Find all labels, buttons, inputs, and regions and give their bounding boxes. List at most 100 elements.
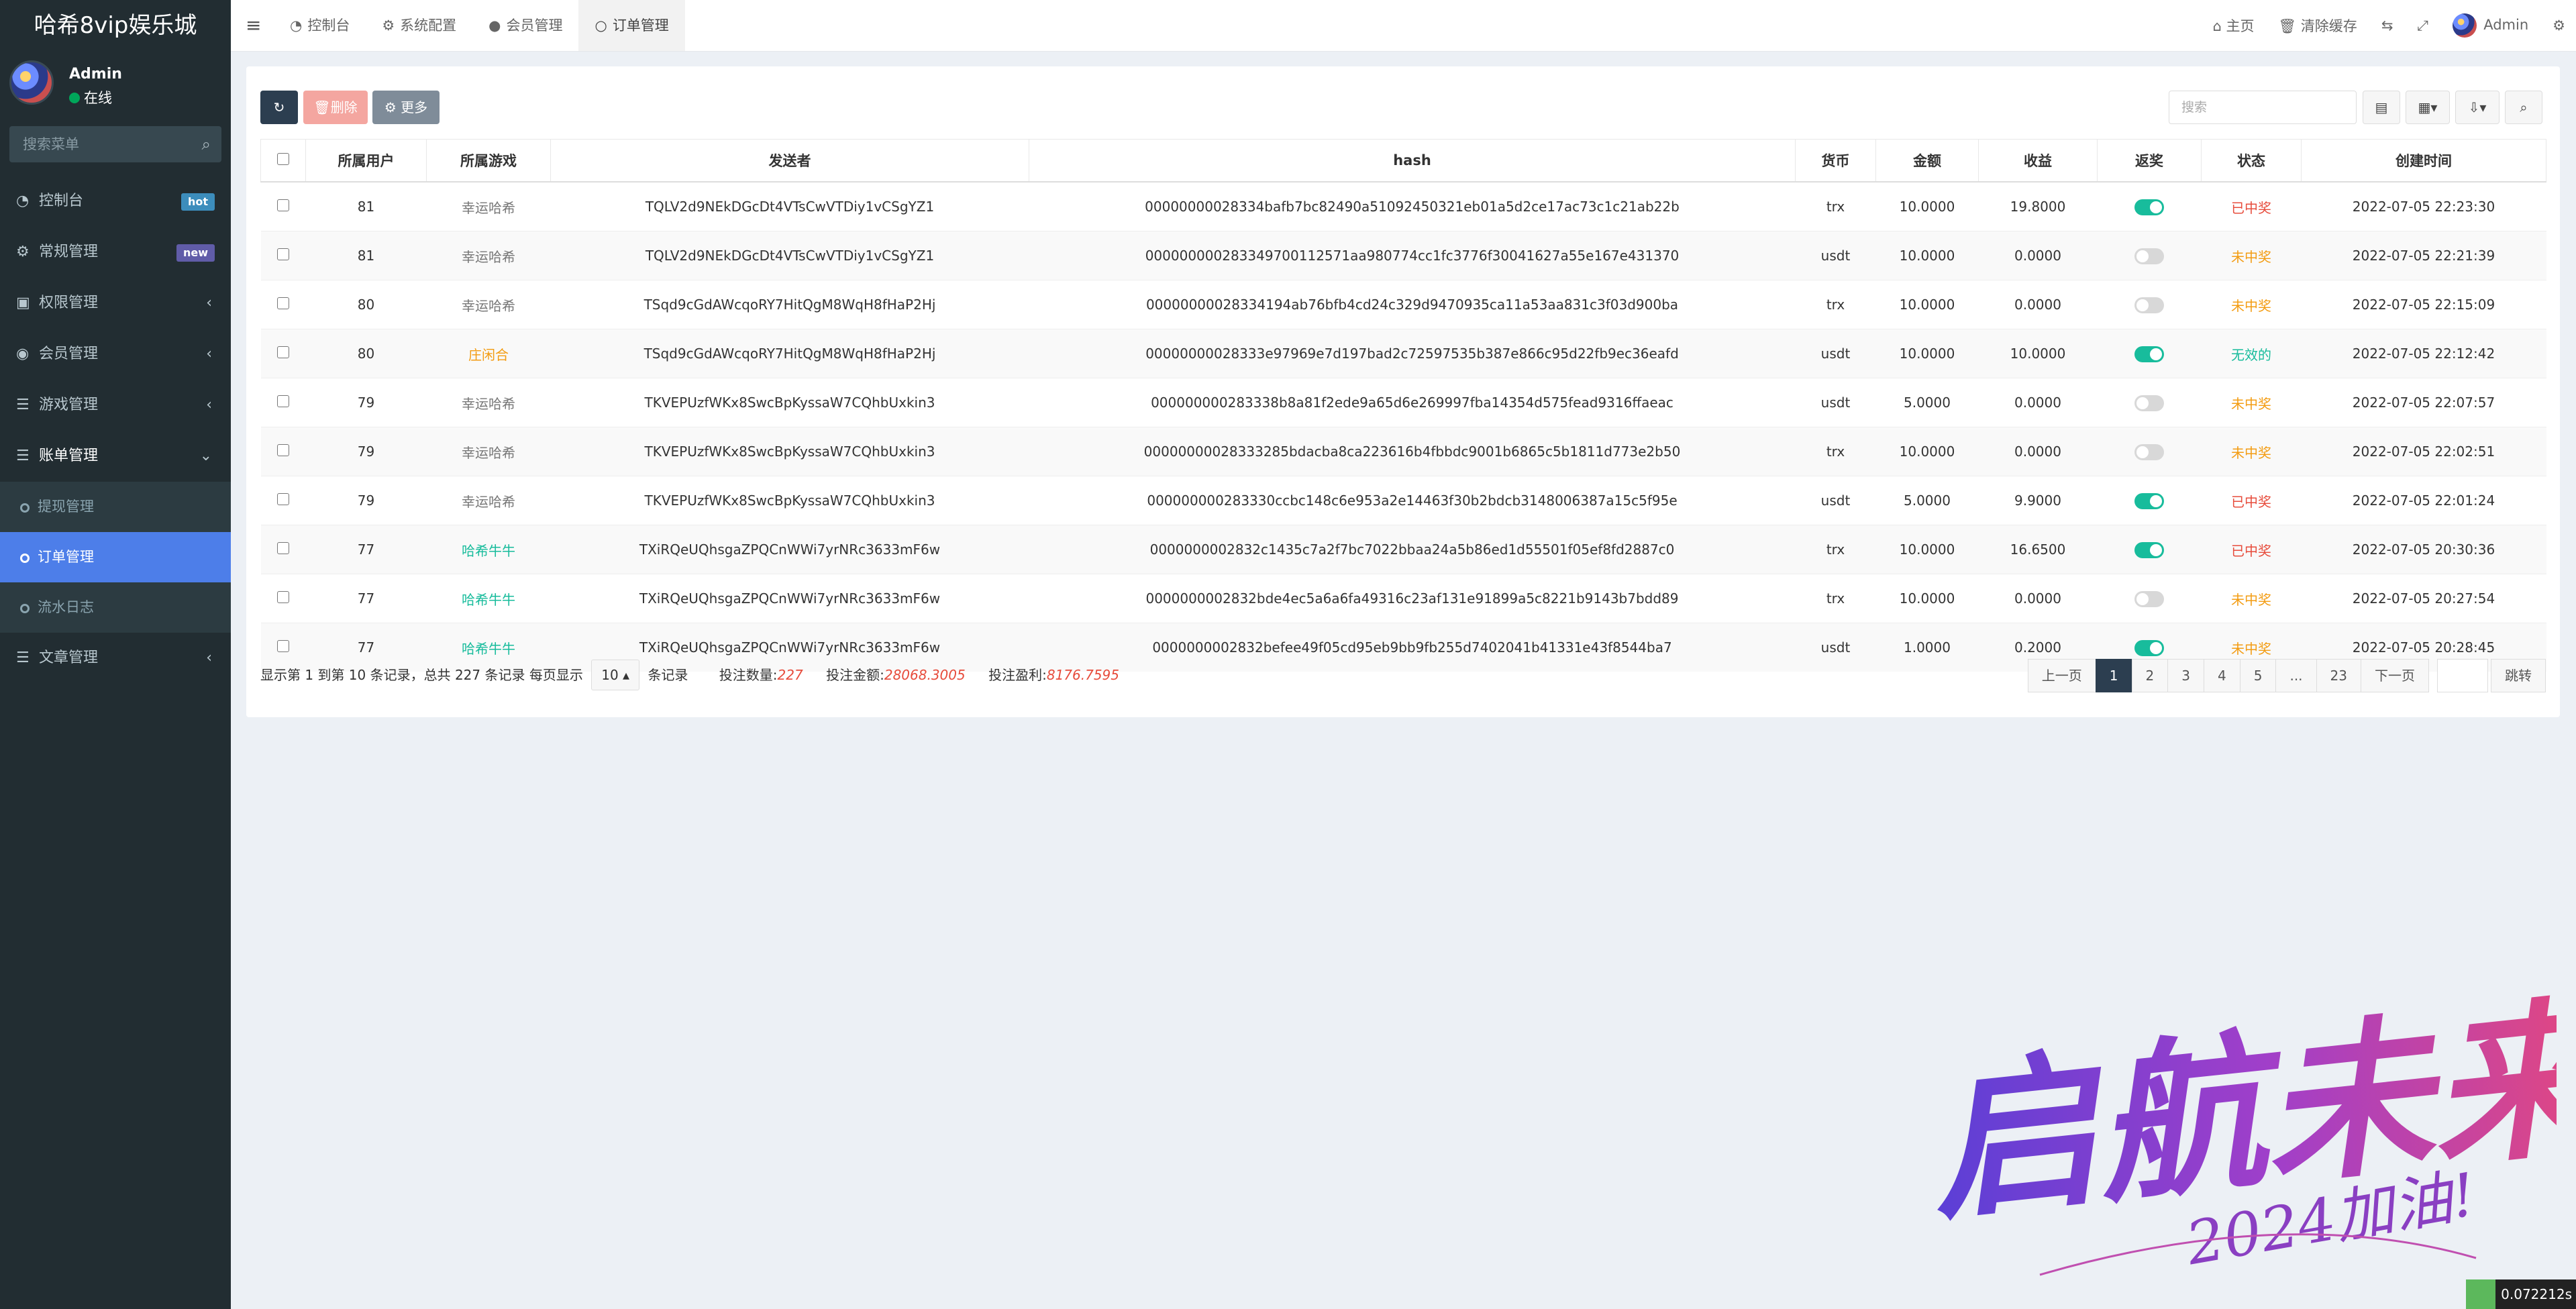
column-header[interactable]: 所属游戏 [426, 139, 551, 182]
page-button[interactable]: 2 [2131, 659, 2169, 692]
table-row[interactable]: 77 哈希牛牛 TXiRQeUQhsgaZPQCnWWi7yrNRc3633mF6w… [260, 574, 2546, 623]
page-button[interactable]: 4 [2204, 659, 2240, 692]
language-icon[interactable]: ⇆ [2381, 17, 2393, 34]
row-select-cell[interactable] [260, 181, 306, 231]
more-button[interactable]: ⚙ 更多 [372, 91, 440, 124]
row-checkbox[interactable] [277, 542, 289, 554]
admin-menu[interactable]: Admin [2453, 13, 2528, 38]
caret-up-icon: ▴ [623, 667, 630, 683]
sidebar-item-dashboard[interactable]: ◔ 控制台 hot [0, 176, 231, 227]
fullscreen-icon[interactable]: ⤢ [2417, 17, 2428, 34]
row-select-cell[interactable] [260, 280, 306, 329]
rebate-toggle[interactable] [2134, 541, 2164, 558]
row-checkbox[interactable] [277, 640, 289, 652]
rebate-toggle[interactable] [2134, 395, 2164, 411]
row-select-cell[interactable] [260, 574, 306, 623]
table-row[interactable]: 81 幸运哈希 TQLV2d9NEkDGcDt4VTsCwVTDiy1vCSgYZ1… [260, 181, 2546, 231]
column-header[interactable]: hash [1029, 139, 1796, 182]
row-checkbox[interactable] [277, 297, 289, 309]
sidebar-item-general[interactable]: ⚙ 常规管理 new [0, 227, 231, 278]
rebate-toggle[interactable] [2134, 297, 2164, 313]
row-select-cell[interactable] [260, 476, 306, 525]
row-select-cell[interactable] [260, 427, 306, 476]
delete-button[interactable]: 🗑删除 [303, 91, 368, 124]
table-row[interactable]: 81 幸运哈希 TQLV2d9NEkDGcDt4VTsCwVTDiy1vCSgYZ1… [260, 231, 2546, 280]
toggle-view-icon[interactable]: ▤ [2363, 91, 2400, 124]
select-all-checkbox[interactable] [277, 153, 289, 165]
rebate-toggle[interactable] [2134, 346, 2164, 362]
page-size-select[interactable]: 10 ▴ [591, 660, 640, 690]
sidebar-item-game[interactable]: ☰ 游戏管理 ‹ [0, 380, 231, 431]
clear-cache-button[interactable]: 🗑 清除缓存 [2278, 15, 2357, 36]
row-checkbox[interactable] [277, 395, 289, 407]
page-button[interactable]: 3 [2167, 659, 2204, 692]
table-row[interactable]: 80 幸运哈希 TSqd9cGdAWcqoRY7HitQgM8WqH8fHaP2Hj… [260, 280, 2546, 329]
prev-page-button[interactable]: 上一页 [2027, 659, 2096, 692]
settings-icon[interactable]: ⚙ [2553, 17, 2565, 34]
tab-dashboard[interactable]: ◔ 控制台 [274, 0, 366, 51]
refresh-button[interactable]: ↻ [260, 91, 298, 124]
game-cell: 幸运哈希 [426, 378, 551, 427]
rebate-toggle[interactable] [2134, 199, 2164, 215]
tab-system-config[interactable]: ⚙ 系统配置 [366, 0, 472, 51]
jump-page-input[interactable] [2437, 659, 2488, 692]
column-header[interactable]: 货币 [1795, 139, 1876, 182]
select-all-cell[interactable] [260, 139, 306, 182]
rebate-toggle[interactable] [2134, 590, 2164, 607]
column-header[interactable]: 创建时间 [2301, 139, 2546, 182]
column-header[interactable]: 发送者 [550, 139, 1029, 182]
sidebar-item-orders[interactable]: 订单管理 [0, 532, 231, 582]
row-select-cell[interactable] [260, 329, 306, 378]
table-footer-info: 显示第 1 到第 10 条记录，总共 227 条记录 每页显示 10 ▴ 条记录… [260, 658, 1119, 692]
table-row[interactable]: 79 幸运哈希 TKVEPUzfWKx8SwcBpKyssaW7CQhbUxkin3… [260, 476, 2546, 525]
currency-cell: usdt [1795, 476, 1876, 525]
page-button[interactable]: 5 [2239, 659, 2277, 692]
home-link[interactable]: ⌂ 主页 [2212, 15, 2254, 36]
row-checkbox[interactable] [277, 346, 289, 358]
row-checkbox[interactable] [277, 591, 289, 603]
column-header[interactable]: 状态 [2201, 139, 2302, 182]
rebate-toggle[interactable] [2134, 443, 2164, 460]
sidebar-item-member[interactable]: ◉ 会员管理 ‹ [0, 329, 231, 380]
export-icon[interactable]: ⇩▾ [2455, 91, 2500, 124]
tab-member[interactable]: ● 会员管理 [472, 0, 578, 51]
game-cell: 幸运哈希 [426, 231, 551, 280]
row-select-cell[interactable] [260, 525, 306, 574]
sidebar-item-permission[interactable]: ▣ 权限管理 ‹ [0, 278, 231, 329]
row-checkbox[interactable] [277, 444, 289, 456]
table-row[interactable]: 77 哈希牛牛 TXiRQeUQhsgaZPQCnWWi7yrNRc3633mF6w… [260, 525, 2546, 574]
row-checkbox[interactable] [277, 493, 289, 505]
column-header[interactable]: 返奖 [2097, 139, 2202, 182]
rebate-toggle[interactable] [2134, 639, 2164, 656]
row-select-cell[interactable] [260, 378, 306, 427]
search-icon[interactable]: ⌕ [202, 126, 211, 162]
column-header[interactable]: 收益 [1978, 139, 2098, 182]
sidebar-item-withdraw[interactable]: 提现管理 [0, 482, 231, 532]
columns-icon[interactable]: ▦▾ [2406, 91, 2450, 124]
row-select-cell[interactable] [260, 231, 306, 280]
app-logo-title[interactable]: 哈希8vip娱乐城 [0, 0, 231, 51]
next-page-button[interactable]: 下一页 [2361, 659, 2429, 692]
table-row[interactable]: 79 幸运哈希 TKVEPUzfWKx8SwcBpKyssaW7CQhbUxkin3… [260, 378, 2546, 427]
row-checkbox[interactable] [277, 199, 289, 211]
sidebar-search-input[interactable]: 搜索菜单 ⌕ [9, 126, 221, 162]
table-search-input[interactable]: 搜索 [2169, 91, 2357, 124]
table-row[interactable]: 79 幸运哈希 TKVEPUzfWKx8SwcBpKyssaW7CQhbUxkin3… [260, 427, 2546, 476]
sidebar-item-article[interactable]: ☰ 文章管理 ‹ [0, 633, 231, 684]
page-button[interactable]: 1 [2095, 659, 2132, 692]
sidebar-item-billing[interactable]: ☰ 账单管理 ⌄ [0, 431, 231, 482]
search-icon[interactable]: ⌕ [2505, 91, 2542, 124]
page-button[interactable]: 23 [2316, 659, 2361, 692]
row-checkbox[interactable] [277, 248, 289, 260]
rebate-toggle[interactable] [2134, 492, 2164, 509]
tab-orders[interactable]: ○ 订单管理 [578, 0, 685, 51]
sidebar-item-flow-log[interactable]: 流水日志 [0, 582, 231, 633]
rebate-toggle[interactable] [2134, 248, 2164, 264]
rebate-cell [2097, 427, 2202, 476]
table-row[interactable]: 80 庄闲合 TSqd9cGdAWcqoRY7HitQgM8WqH8fHaP2Hj 0… [260, 329, 2546, 378]
sender-cell: TKVEPUzfWKx8SwcBpKyssaW7CQhbUxkin3 [550, 427, 1029, 476]
column-header[interactable]: 所属用户 [305, 139, 427, 182]
column-header[interactable]: 金额 [1875, 139, 1979, 182]
menu-toggle-icon[interactable]: ≡ [246, 0, 261, 51]
jump-button[interactable]: 跳转 [2491, 659, 2546, 692]
